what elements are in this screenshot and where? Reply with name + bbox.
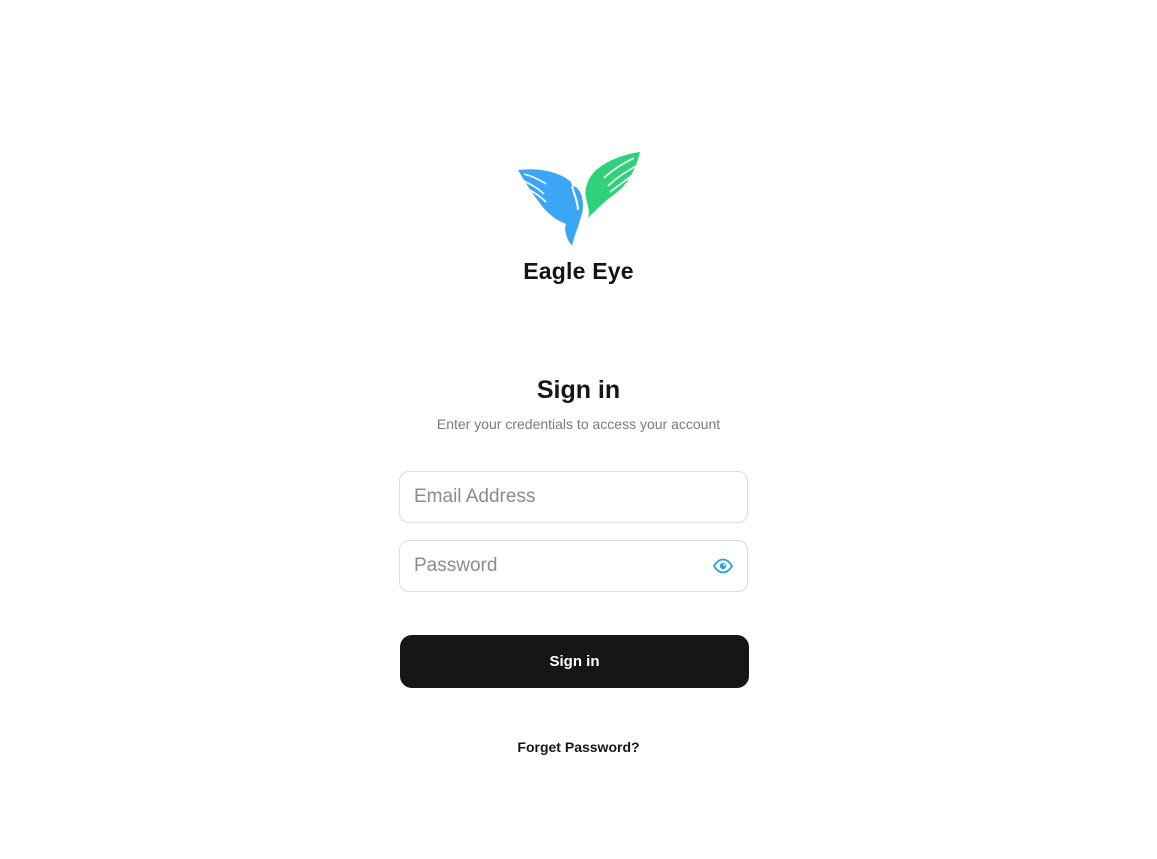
eagle-right-wing (584, 152, 640, 218)
login-page: Eagle Eye Sign in Enter your credentials… (0, 0, 1157, 859)
page-title: Sign in (536, 376, 621, 404)
page-subtitle: Enter your credentials to access your ac… (436, 416, 721, 432)
password-field[interactable] (414, 541, 694, 591)
email-field[interactable] (414, 472, 694, 522)
eye-icon[interactable] (713, 558, 733, 574)
forgot-password-link[interactable]: Forget Password? (0, 739, 1157, 755)
brand-name: Eagle Eye (523, 258, 634, 284)
brand-header: Eagle Eye (0, 150, 1157, 285)
eagle-logo-icon (517, 152, 640, 246)
email-field-container (399, 471, 748, 523)
password-field-container (399, 540, 748, 592)
sign-in-button[interactable]: Sign in (400, 635, 749, 688)
